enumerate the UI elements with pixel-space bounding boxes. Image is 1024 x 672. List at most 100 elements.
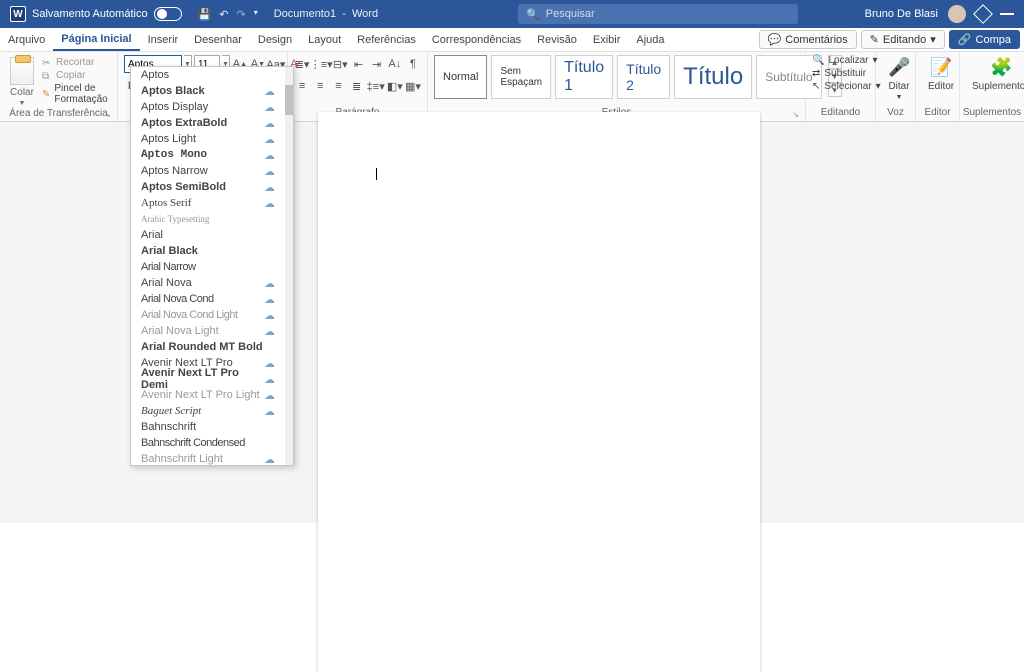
group-label-voice: Voz (887, 107, 904, 118)
font-option[interactable]: Arial Narrow (131, 259, 285, 275)
document-title: Documento1 - Word (274, 8, 378, 20)
sort-button[interactable]: A↓ (387, 55, 403, 73)
font-option[interactable]: Arial Black (131, 243, 285, 259)
font-option[interactable]: Bahnschrift Condensed (131, 435, 285, 451)
share-button[interactable]: 🔗 Compa (949, 30, 1020, 49)
line-spacing-button[interactable]: ‡≡▾ (367, 77, 385, 95)
tab-design[interactable]: Design (250, 28, 300, 51)
style-título[interactable]: Título (674, 55, 752, 99)
font-option[interactable]: Arial Nova Cond☁ (131, 291, 285, 307)
font-option[interactable]: Bahnschrift (131, 419, 285, 435)
paste-button[interactable]: Colar ▼ (6, 55, 38, 107)
font-option[interactable]: Aptos ExtraBold☁ (131, 115, 285, 131)
group-addins: 🧩 Suplementos Suplementos (960, 52, 1024, 121)
qat-more-icon[interactable]: ▾ (254, 8, 258, 21)
numbering-button[interactable]: ⋮≡▾ (312, 55, 330, 73)
tab-inserir[interactable]: Inserir (140, 28, 187, 51)
align-center-button[interactable]: ≡ (312, 77, 328, 95)
font-option[interactable]: Arial (131, 227, 285, 243)
user-name[interactable]: Bruno De Blasi (865, 8, 938, 20)
font-option[interactable]: Aptos SemiBold☁ (131, 179, 285, 195)
shield-icon[interactable] (973, 4, 993, 24)
font-option[interactable]: Aptos Light☁ (131, 131, 285, 147)
cloud-icon: ☁ (264, 357, 275, 370)
font-option[interactable]: Aptos Narrow☁ (131, 163, 285, 179)
autosave-toggle[interactable]: Salvamento Automático (32, 7, 182, 21)
group-editor: 📝 Editor Editor (916, 52, 960, 121)
font-option[interactable]: Baguet Script☁ (131, 403, 285, 419)
cloud-icon: ☁ (264, 453, 275, 466)
font-option[interactable]: Arial Nova Light☁ (131, 323, 285, 339)
tab-ajuda[interactable]: Ajuda (628, 28, 672, 51)
minimize-icon[interactable] (1000, 13, 1014, 15)
launcher-icon[interactable]: ↘ (792, 110, 799, 119)
tab-layout[interactable]: Layout (300, 28, 349, 51)
justify-button[interactable]: ≣ (349, 77, 365, 95)
font-option[interactable]: Aptos Display☁ (131, 99, 285, 115)
dictate-button[interactable]: 🎤 Ditar▼ (882, 55, 916, 105)
font-option[interactable]: Arial Rounded MT Bold (131, 339, 285, 355)
page[interactable] (318, 112, 760, 672)
align-left-button[interactable]: ≡ (294, 77, 310, 95)
borders-button[interactable]: ▦▾ (405, 77, 421, 95)
cloud-icon: ☁ (264, 405, 275, 418)
font-option[interactable]: Aptos Black☁ (131, 83, 285, 99)
cloud-icon: ☁ (264, 373, 275, 386)
scrollbar[interactable] (285, 67, 293, 465)
tab-página-inicial[interactable]: Página Inicial (53, 28, 139, 51)
clipboard-icon (10, 57, 34, 85)
tab-correspondências[interactable]: Correspondências (424, 28, 529, 51)
font-option[interactable]: Bahnschrift Light☁ (131, 451, 285, 465)
tab-revisão[interactable]: Revisão (529, 28, 585, 51)
align-right-button[interactable]: ≡ (330, 77, 346, 95)
style-título-2[interactable]: Título 2 (617, 55, 670, 99)
editor-button[interactable]: 📝 Editor (922, 55, 960, 105)
font-option[interactable]: Aptos (131, 67, 285, 83)
editing-mode-button[interactable]: ✎ Editando ▾ (861, 30, 945, 49)
text-cursor (376, 168, 377, 180)
redo-icon[interactable]: ↷ (237, 8, 246, 21)
undo-icon[interactable]: ↶ (219, 8, 228, 21)
addins-button[interactable]: 🧩 Suplementos (966, 55, 1024, 105)
tab-exibir[interactable]: Exibir (585, 28, 629, 51)
font-option[interactable]: Arial Nova Cond Light☁ (131, 307, 285, 323)
tab-referências[interactable]: Referências (349, 28, 424, 51)
search-box[interactable]: 🔍 Pesquisar (518, 4, 798, 24)
font-option[interactable]: Arial Nova☁ (131, 275, 285, 291)
cloud-icon: ☁ (264, 85, 275, 98)
toggle-icon (154, 7, 182, 21)
group-label-editor: Editor (924, 107, 950, 118)
cloud-icon: ☁ (264, 293, 275, 306)
font-option[interactable]: Aptos Serif☁ (131, 195, 285, 211)
style-título-1[interactable]: Título 1 (555, 55, 613, 99)
save-icon[interactable]: 💾 (198, 8, 212, 21)
format-painter-button[interactable]: ✎Pincel de Formatação (42, 83, 111, 105)
font-option[interactable]: Aptos Mono☁ (131, 147, 285, 163)
copy-button[interactable]: ⧉Copiar (42, 70, 111, 81)
style-normal[interactable]: Normal (434, 55, 487, 99)
font-option[interactable]: Arabic Typesetting (131, 211, 285, 227)
cloud-icon: ☁ (264, 181, 275, 194)
launcher-icon[interactable]: ↘ (104, 110, 111, 119)
avatar[interactable] (948, 5, 966, 23)
inc-indent-button[interactable]: ⇥ (369, 55, 385, 73)
show-marks-button[interactable]: ¶ (405, 55, 421, 73)
comments-button[interactable]: 💬 Comentários (759, 30, 857, 49)
cloud-icon: ☁ (264, 149, 275, 162)
dec-indent-button[interactable]: ⇤ (350, 55, 366, 73)
scrollbar-thumb[interactable] (285, 85, 293, 115)
multilevel-button[interactable]: ⊟▾ (332, 55, 348, 73)
search-icon: 🔍 (526, 8, 540, 21)
find-button[interactable]: 🔍 Localizar▾ (812, 55, 869, 66)
cut-button[interactable]: ✂Recortar (42, 57, 111, 68)
brush-icon: ✎ (42, 89, 50, 99)
bullets-button[interactable]: ≣▾ (294, 55, 310, 73)
replace-button[interactable]: ⇄ Substituir (812, 68, 869, 79)
tab-desenhar[interactable]: Desenhar (186, 28, 250, 51)
style-sem-espaçam[interactable]: Sem Espaçam (491, 55, 551, 99)
select-button[interactable]: ↖ Selecionar▾ (812, 81, 869, 92)
shading-button[interactable]: ◧▾ (387, 77, 403, 95)
tab-arquivo[interactable]: Arquivo (0, 28, 53, 51)
font-option[interactable]: Avenir Next LT Pro Demi☁ (131, 371, 285, 387)
cloud-icon: ☁ (264, 133, 275, 146)
